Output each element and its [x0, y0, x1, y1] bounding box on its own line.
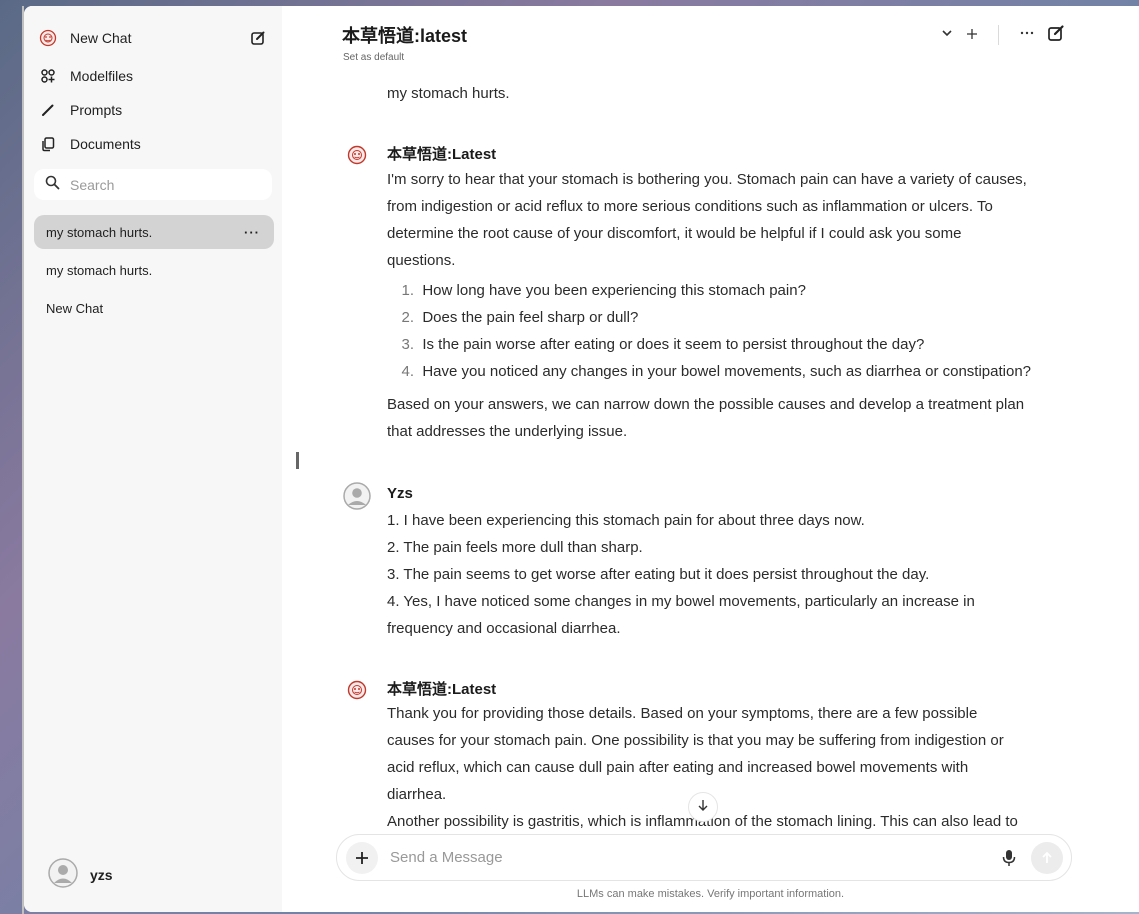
scroll-to-bottom-button[interactable]: [688, 792, 718, 822]
text-line: I'm sorry to hear that your stomach is b…: [387, 171, 1027, 188]
user-name: yzs: [90, 866, 113, 883]
list-item-text: How long have you been experiencing this…: [422, 282, 806, 299]
bot-avatar-icon: [347, 680, 367, 700]
text-line: determine the root cause of your discomf…: [387, 225, 962, 242]
user-avatar-icon: [48, 858, 78, 891]
text-line: from indigestion or acid reflux to more …: [387, 198, 993, 215]
bot-author: 本草悟道:Latest: [387, 146, 497, 163]
send-button[interactable]: [1031, 841, 1063, 874]
list-item-text: Does the pain feel sharp or dull?: [422, 309, 639, 326]
message-list: my stomach hurts. 本草悟道:Latest I'm sorry …: [24, 6, 1139, 836]
bot-author: 本草悟道:Latest: [387, 681, 497, 698]
message-composer: [336, 834, 1072, 881]
text-line: questions.: [387, 252, 456, 269]
text-line: that addresses the underlying issue.: [387, 423, 628, 440]
bot-avatar-icon: [347, 145, 367, 165]
user-message-prev: my stomach hurts.: [387, 85, 510, 102]
arrow-down-icon: [696, 798, 710, 816]
text-line: 2. The pain feels more dull than sharp.: [387, 539, 643, 556]
microphone-icon[interactable]: [999, 848, 1019, 868]
list-item-text: Have you noticed any changes in your bow…: [422, 363, 1032, 380]
plus-icon: [356, 851, 368, 864]
user-author: Yzs: [387, 485, 413, 502]
question-list: 1. How long have you been experiencing t…: [387, 277, 1031, 385]
list-item-text: Is the pain worse after eating or does i…: [422, 336, 925, 353]
attach-button[interactable]: [346, 841, 378, 874]
user-avatar-icon: [343, 482, 371, 510]
arrow-up-icon: [1042, 851, 1052, 863]
text-cursor: [296, 452, 299, 469]
list-item: 1. How long have you been experiencing t…: [401, 282, 806, 299]
text-line: causes for your stomach pain. One possib…: [387, 732, 1004, 749]
list-item: 2. Does the pain feel sharp or dull?: [401, 309, 639, 326]
text-line: 3. The pain seems to get worse after eat…: [387, 566, 930, 583]
user-message: 1. I have been experiencing this stomach…: [387, 507, 975, 642]
text-line: Thank you for providing those details. B…: [387, 705, 978, 722]
message-input[interactable]: [390, 849, 999, 866]
text-line: acid reflux, which can cause dull pain a…: [387, 759, 969, 776]
app-window: New Chat Modelfiles Prompts Documents Se…: [24, 6, 1139, 912]
text-line: 1. I have been experiencing this stomach…: [387, 512, 865, 529]
bot-message-intro: I'm sorry to hear that your stomach is b…: [387, 166, 1027, 274]
user-menu[interactable]: yzs: [48, 858, 113, 891]
text-line: Based on your answers, we can narrow dow…: [387, 396, 1025, 413]
list-item: 3. Is the pain worse after eating or doe…: [401, 336, 925, 353]
disclaimer-text: LLMs can make mistakes. Verify important…: [576, 888, 845, 900]
list-item: 4. Have you noticed any changes in your …: [401, 363, 1032, 380]
bot-message-outro: Based on your answers, we can narrow dow…: [387, 391, 1024, 445]
text-line: frequency and occasional diarrhea.: [387, 620, 621, 637]
text-line: 4. Yes, I have noticed some changes in m…: [387, 593, 975, 610]
